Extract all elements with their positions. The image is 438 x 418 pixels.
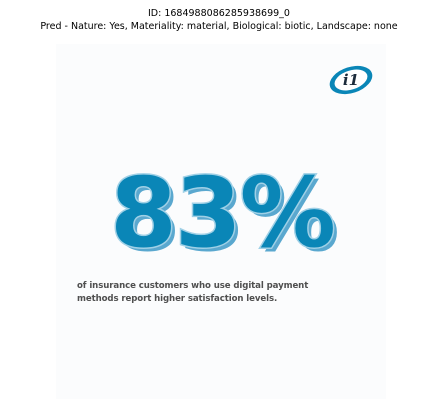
prediction-label: Pred - Nature: Yes, Materiality: materia… (40, 21, 398, 32)
stat-caption: of insurance customers who use digital p… (77, 280, 367, 305)
logo-text: i1 (343, 71, 359, 89)
stat-value: 83% (110, 166, 334, 266)
i1-logo-icon: i1 (329, 65, 373, 95)
page: ID: 1684988086285938699_0 Pred - Nature:… (0, 0, 438, 418)
big-stat-83-percent: 83% 83% (109, 166, 340, 266)
image-id-label: ID: 1684988086285938699_0 (148, 8, 290, 19)
caption-line-1: of insurance customers who use digital p… (77, 281, 309, 291)
caption-line-2: methods report higher satisfaction level… (77, 293, 278, 304)
